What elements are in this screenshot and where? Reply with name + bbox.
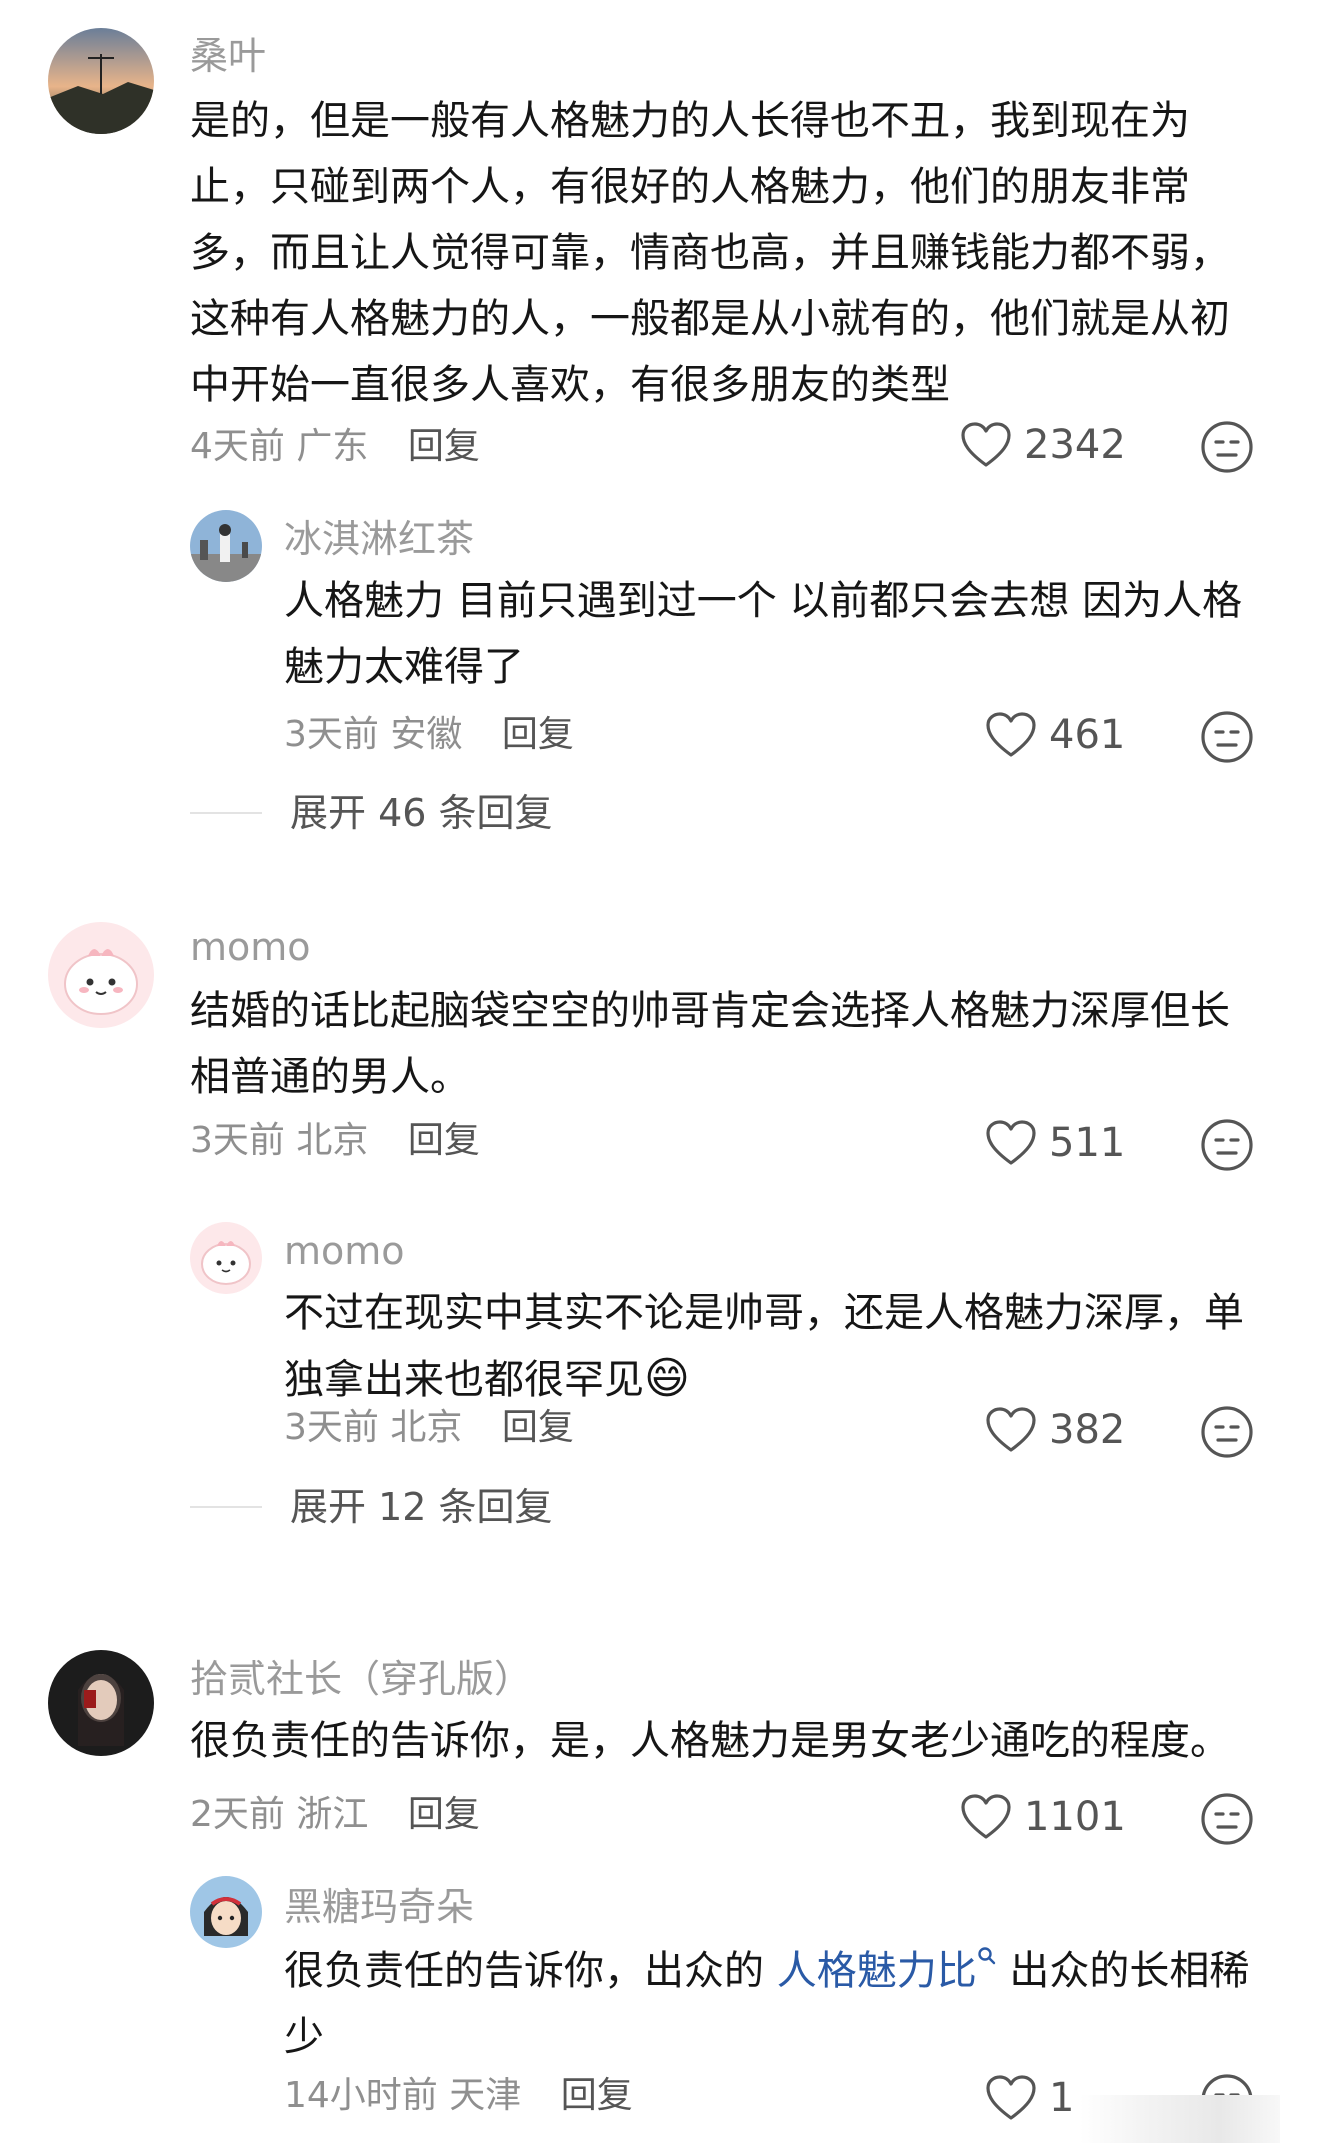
- like-count: 1: [1049, 2075, 1075, 2121]
- like-button[interactable]: 2342: [960, 420, 1126, 470]
- like-button[interactable]: 511: [985, 1118, 1125, 1168]
- heart-outline-icon: [986, 1407, 1036, 1452]
- heart-outline-icon: [961, 422, 1011, 467]
- search-icon: [978, 1947, 995, 1965]
- avatar[interactable]: [190, 510, 262, 582]
- location: 天津: [449, 2075, 522, 2116]
- comment-text: 是的，但是一般有人格魅力的人长得也不丑，我到现在为止，只碰到两个人，有很好的人格…: [190, 98, 1230, 408]
- cartoon-avatar-image: [48, 922, 154, 1028]
- reply-button[interactable]: 回复: [408, 1794, 480, 1835]
- location: 广东: [296, 426, 369, 467]
- username[interactable]: momo: [190, 924, 311, 970]
- avatar[interactable]: [190, 1876, 262, 1948]
- location: 安徽: [390, 714, 463, 755]
- expand-replies-label: 展开 12 条回复: [290, 1485, 553, 1529]
- username[interactable]: 桑叶: [190, 33, 266, 79]
- comment-meta: 4天前 广东 回复: [190, 424, 480, 470]
- heart-outline-icon: [986, 2075, 1036, 2120]
- reply-text-body: 不过在现实中其实不论是帅哥，还是人格魅力深厚，单独拿出来也都很罕见: [284, 1290, 1244, 1403]
- grin-emoji: 😄: [644, 1353, 690, 1404]
- username[interactable]: 冰淇淋红茶: [284, 516, 474, 562]
- like-count: 382: [1049, 1407, 1126, 1453]
- search-link-text: 人格魅力比: [776, 1948, 977, 1994]
- timestamp: 2天前: [190, 1794, 285, 1835]
- divider-line: [190, 1506, 262, 1508]
- location: 北京: [390, 1407, 463, 1448]
- username[interactable]: 黑糖玛奇朵: [284, 1884, 474, 1930]
- meh-face-icon[interactable]: [1200, 1405, 1254, 1459]
- reply-button[interactable]: 回复: [408, 1120, 480, 1161]
- timestamp: 3天前: [190, 1120, 285, 1161]
- expand-replies-button[interactable]: 展开 12 条回复: [190, 1484, 553, 1530]
- divider-line: [190, 812, 262, 814]
- location: 北京: [296, 1120, 369, 1161]
- timestamp: 4天前: [190, 426, 285, 467]
- timestamp: 3天前: [284, 714, 379, 755]
- meh-face-icon[interactable]: [1200, 710, 1254, 764]
- meh-face-icon[interactable]: [1200, 1118, 1254, 1172]
- username[interactable]: momo: [284, 1228, 405, 1274]
- heart-outline-icon: [986, 1120, 1036, 1165]
- like-button[interactable]: 461: [985, 710, 1125, 760]
- avatar[interactable]: [48, 1650, 154, 1756]
- heart-outline-icon: [961, 1794, 1011, 1839]
- meh-face-icon[interactable]: [1200, 420, 1254, 474]
- like-count: 461: [1049, 712, 1126, 758]
- avatar[interactable]: [48, 922, 154, 1028]
- expand-replies-button[interactable]: 展开 46 条回复: [190, 790, 553, 836]
- street-avatar-image: [190, 510, 262, 582]
- anime-avatar-image: [190, 1876, 262, 1948]
- reply-button[interactable]: 回复: [502, 714, 574, 755]
- reply-meta: 14小时前 天津 回复: [284, 2073, 633, 2119]
- location: 浙江: [296, 1794, 369, 1835]
- comment-meta: 2天前 浙江 回复: [190, 1792, 480, 1838]
- watermark-overlay: [1080, 2095, 1280, 2143]
- reply-button[interactable]: 回复: [408, 426, 480, 467]
- like-count: 511: [1049, 1120, 1126, 1166]
- comment-text: 结婚的话比起脑袋空空的帅哥肯定会选择人格魅力深厚但长相普通的男人。: [190, 988, 1230, 1100]
- expand-replies-label: 展开 46 条回复: [290, 791, 553, 835]
- cartoon-avatar-image: [190, 1222, 262, 1294]
- portrait-avatar-image: [48, 1650, 154, 1756]
- comment-meta: 3天前 北京 回复: [190, 1118, 480, 1164]
- username[interactable]: 拾贰社长（穿孔版）: [190, 1656, 532, 1702]
- reply-button[interactable]: 回复: [502, 1407, 574, 1448]
- reply-text: 不过在现实中其实不论是帅哥，还是人格魅力深厚，单独拿出来也都很罕见😄: [284, 1280, 1244, 1413]
- sunset-avatar-image: [48, 28, 154, 134]
- reply-text-before: 很负责任的告诉你，出众的: [284, 1948, 777, 1994]
- like-button[interactable]: 1101: [960, 1792, 1126, 1842]
- reply-button[interactable]: 回复: [561, 2075, 633, 2116]
- like-button[interactable]: 1: [985, 2073, 1074, 2123]
- reply-meta: 3天前 北京 回复: [284, 1405, 574, 1451]
- reply-meta: 3天前 安徽 回复: [284, 712, 574, 758]
- reply-text: 人格魅力 目前只遇到过一个 以前都只会去想 因为人格魅力太难得了: [284, 578, 1243, 690]
- comment-text: 很负责任的告诉你，是，人格魅力是男女老少通吃的程度。: [190, 1718, 1230, 1764]
- meh-face-icon[interactable]: [1200, 1792, 1254, 1846]
- timestamp: 3天前: [284, 1407, 379, 1448]
- like-count: 2342: [1024, 422, 1126, 468]
- like-button[interactable]: 382: [985, 1405, 1125, 1455]
- search-link[interactable]: 人格魅力比: [776, 1947, 997, 1994]
- avatar[interactable]: [48, 28, 154, 134]
- heart-outline-icon: [986, 712, 1036, 757]
- avatar[interactable]: [190, 1222, 262, 1294]
- like-count: 1101: [1024, 1794, 1126, 1840]
- timestamp: 14小时前: [284, 2075, 438, 2116]
- reply-text: 很负责任的告诉你，出众的 人格魅力比 出众的长相稀少: [284, 1938, 1264, 2070]
